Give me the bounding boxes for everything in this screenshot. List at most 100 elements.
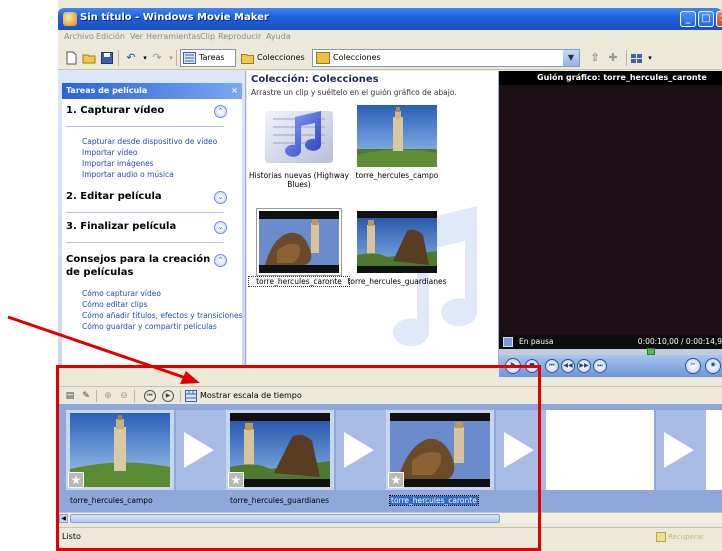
transition-slot[interactable]: [336, 410, 386, 490]
preview-monitor: Guión gráfico: torre_hercules_caronte En…: [499, 71, 722, 377]
link-como-anadir[interactable]: Cómo añadir títulos, efectos y transicio…: [82, 311, 243, 320]
new-project-icon[interactable]: [64, 51, 78, 65]
new-folder-icon[interactable]: ✚: [606, 51, 620, 65]
collection-up-icon[interactable]: ⇧: [588, 51, 602, 65]
collection-title: Colección: Colecciones: [251, 74, 379, 85]
effects-star-icon[interactable]: ★: [228, 472, 244, 488]
play-icon[interactable]: ▶: [505, 358, 521, 374]
show-timeline-button[interactable]: Mostrar escala de tiempo: [200, 391, 302, 400]
previous-frame-icon[interactable]: ⏮: [545, 359, 559, 373]
narrate-icon[interactable]: ✎: [80, 390, 92, 402]
tower-field-thumbnail: [357, 105, 437, 167]
close-pane-icon[interactable]: ×: [231, 83, 238, 99]
tower-guardianes-thumbnail: [357, 211, 437, 273]
effects-star-icon[interactable]: ★: [68, 472, 84, 488]
section-capturar-video[interactable]: 1. Capturar vídeo: [66, 105, 164, 116]
snapshot-icon[interactable]: ◉: [705, 358, 721, 374]
preview-screen[interactable]: [499, 85, 722, 335]
tasks-list: 1. Capturar vídeo ⌃ Capturar desde dispo…: [62, 99, 243, 365]
link-importar-audio[interactable]: Importar audio o música: [82, 170, 174, 179]
section-consejos[interactable]: Consejos para la creación: [66, 254, 210, 265]
redo-icon[interactable]: ↷: [150, 51, 164, 65]
menu-archivo[interactable]: Archivo: [64, 32, 94, 41]
tower-caronte-thumbnail: [390, 413, 490, 487]
transition-slot[interactable]: [496, 410, 546, 490]
collapse-icon[interactable]: ⌃: [214, 105, 227, 118]
status-right-indicator: Recuperar: [656, 531, 704, 543]
scroll-left-icon[interactable]: ◀: [59, 514, 68, 523]
section-consejos-line2[interactable]: de películas: [66, 267, 133, 278]
storyboard-clip-campo[interactable]: ★: [66, 410, 174, 490]
menu-herramientas[interactable]: Herramientas: [146, 32, 201, 41]
section-finalizar-pelicula[interactable]: 3. Finalizar película: [66, 221, 176, 232]
storyboard-clip-caronte[interactable]: ★: [386, 410, 494, 490]
transition-slot[interactable]: [656, 410, 706, 490]
tareas-button[interactable]: Tareas: [180, 49, 236, 67]
title-bar[interactable]: Sin título - Windows Movie Maker _ □ ×: [58, 8, 722, 30]
rewind-icon[interactable]: ◀◀: [561, 359, 575, 373]
transition-arrow-icon: [184, 432, 214, 468]
menu-clip[interactable]: Clip: [200, 32, 215, 41]
expand-icon[interactable]: ⌄: [214, 191, 227, 204]
collection-pane: Colección: Colecciones Arrastre un clip …: [247, 71, 499, 365]
collections-folder-icon: [241, 52, 254, 64]
status-text: Listo: [62, 532, 81, 541]
transition-slot[interactable]: [176, 410, 226, 490]
view-dropdown-icon[interactable]: ▾: [643, 51, 657, 65]
link-como-guardar[interactable]: Cómo guardar y compartir películas: [82, 322, 217, 331]
window-title: Sin título - Windows Movie Maker: [80, 12, 269, 23]
link-importar-video[interactable]: Importar vídeo: [82, 148, 137, 157]
stop-icon[interactable]: ■: [525, 359, 539, 373]
seek-handle[interactable]: [647, 348, 655, 355]
undo-icon[interactable]: ↶: [124, 51, 138, 65]
expand-icon[interactable]: ⌄: [214, 221, 227, 234]
minimize-button[interactable]: _: [680, 11, 696, 27]
storyboard-view-icon[interactable]: ▤: [64, 390, 76, 402]
monitor-title: Guión gráfico: torre_hercules_caronte: [499, 71, 722, 85]
section-divider: [66, 126, 224, 127]
open-project-icon[interactable]: [82, 51, 96, 65]
transition-arrow-icon: [344, 432, 374, 468]
next-frame-icon[interactable]: ⏭: [593, 359, 607, 373]
horizontal-scrollbar[interactable]: ◀: [58, 512, 722, 523]
chevron-down-icon[interactable]: ▼: [563, 50, 579, 66]
forward-icon[interactable]: ▶▶: [577, 359, 591, 373]
storyboard-clip-guardianes[interactable]: ★: [226, 410, 334, 490]
section-editar-pelicula[interactable]: 2. Editar película: [66, 191, 162, 202]
play-storyboard-icon[interactable]: ▶: [162, 390, 174, 402]
empty-clip-slot[interactable]: [546, 410, 654, 490]
zoom-in-icon[interactable]: ⊕: [102, 390, 114, 402]
tareas-label: Tareas: [199, 53, 225, 62]
collection-select[interactable]: Colecciones ▼: [312, 49, 580, 67]
music-file-icon: [265, 111, 333, 163]
maximize-button[interactable]: □: [698, 11, 714, 27]
timeline-icon[interactable]: [185, 390, 197, 402]
close-button[interactable]: ×: [716, 11, 722, 27]
effects-star-icon[interactable]: ★: [388, 472, 404, 488]
save-project-icon[interactable]: [100, 51, 114, 65]
view-options-icon[interactable]: [630, 51, 644, 65]
split-clip-icon[interactable]: ✂: [685, 358, 701, 374]
link-importar-imagenes[interactable]: Importar imágenes: [82, 159, 154, 168]
rewind-storyboard-icon[interactable]: ⏮: [144, 390, 156, 402]
link-como-capturar[interactable]: Cómo capturar vídeo: [82, 289, 161, 298]
tower-guardianes-thumbnail: [230, 413, 330, 487]
menu-ayuda[interactable]: Ayuda: [266, 32, 291, 41]
link-capturar-dispositivo[interactable]: Capturar desde dispositivo de vídeo: [82, 137, 217, 146]
clip-caption: torre_hercules_campo: [355, 171, 439, 180]
empty-clip-slot[interactable]: [706, 410, 722, 490]
storyboard-track: ★ ★ ★ torre_hercules_campo torre_hercule…: [58, 404, 722, 512]
playback-time: 0:00:10,00 / 0:00:14,9: [637, 337, 722, 346]
menu-reproducir[interactable]: Reproducir: [218, 32, 261, 41]
scroll-thumb[interactable]: [70, 514, 500, 523]
menu-ver[interactable]: Ver: [130, 32, 143, 41]
toolbar-separator: [134, 390, 135, 402]
movie-maker-app-icon: [63, 12, 77, 26]
link-como-editar[interactable]: Cómo editar clips: [82, 300, 148, 309]
storyboard-clip-caption-selected[interactable]: torre_hercules_caronte: [389, 495, 479, 506]
collapse-icon[interactable]: ⌃: [214, 254, 227, 267]
status-indicator-icon: [656, 532, 666, 542]
colecciones-button[interactable]: Colecciones: [238, 49, 308, 67]
menu-edicion[interactable]: Edición: [96, 32, 125, 41]
zoom-out-icon[interactable]: ⊖: [118, 390, 130, 402]
